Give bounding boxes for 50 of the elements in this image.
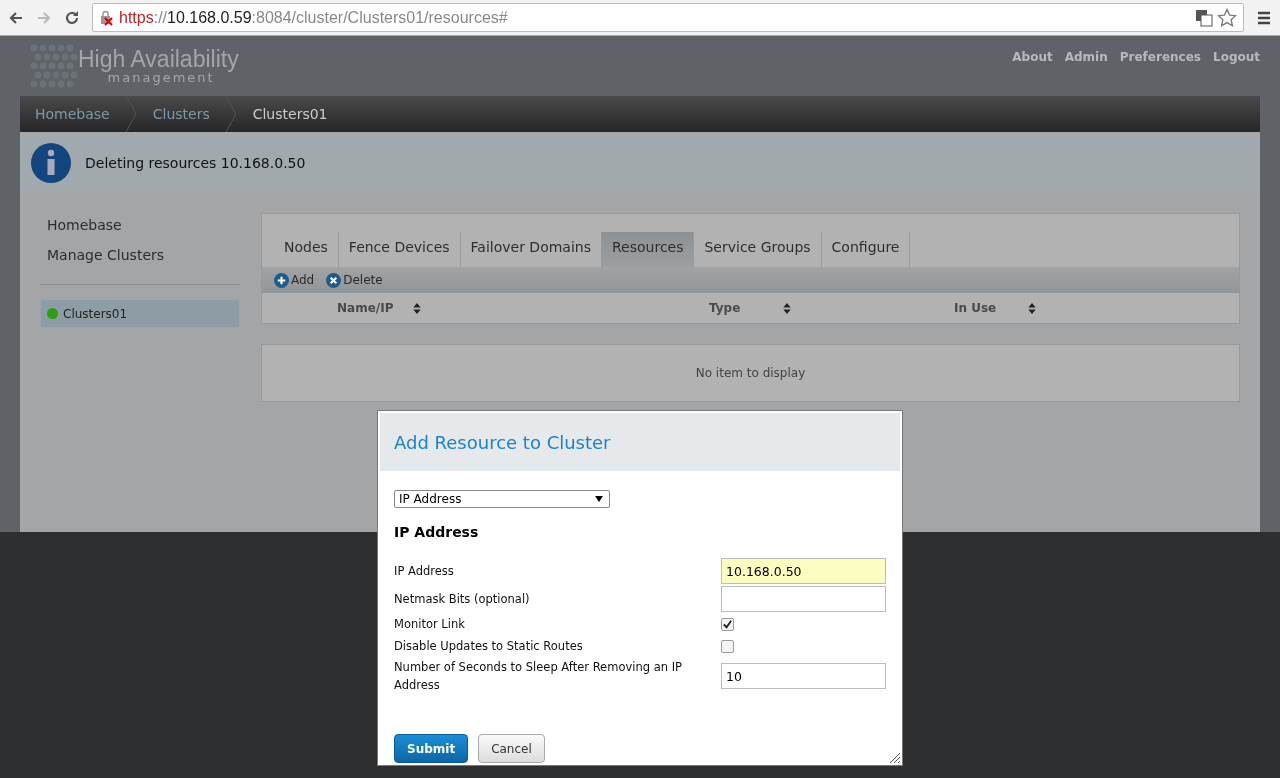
toolbar-button[interactable]: Delete — [326, 272, 383, 288]
resource-type-select[interactable]: IP Address — [394, 490, 610, 508]
sort-icon[interactable] — [783, 302, 791, 314]
breadcrumb-link[interactable]: Homebase — [35, 106, 125, 122]
field-label: Disable Updates to Static Routes — [394, 638, 584, 655]
text-input[interactable]: 10 — [721, 663, 886, 689]
checkbox[interactable] — [721, 639, 734, 653]
header-link[interactable]: Logout — [1213, 50, 1260, 96]
header-link[interactable]: About — [1012, 50, 1053, 96]
dropdown-caret-icon — [595, 496, 603, 502]
empty-message: No item to display — [695, 366, 806, 380]
chevron-icon — [124, 96, 137, 132]
column-header[interactable]: Type — [709, 301, 763, 315]
star-icon[interactable] — [1217, 7, 1237, 28]
header-link[interactable]: Admin — [1064, 50, 1108, 96]
dialog-button[interactable]: Submit — [394, 734, 469, 763]
cluster-item[interactable]: Clusters01 — [40, 299, 240, 328]
dialog-button[interactable]: Cancel — [478, 734, 545, 763]
checkbox[interactable] — [721, 617, 734, 631]
toolbar-button[interactable]: Add — [274, 272, 315, 288]
x-icon — [326, 272, 342, 288]
column-header[interactable]: Name/IP — [337, 301, 394, 315]
breadcrumb-link[interactable]: Clusters — [152, 106, 225, 122]
notice-message: Deleting resources 10.168.0.50 — [85, 154, 306, 171]
section-heading: IP Address — [394, 524, 480, 540]
field-label: Netmask Bits (optional) — [394, 591, 531, 608]
text-input[interactable]: 10.168.0.50 — [721, 558, 886, 584]
address-field[interactable]: https://10.168.0.59:8084/cluster/Clusters01/resources# — [92, 3, 1244, 32]
field-label: Monitor Link — [394, 616, 466, 633]
breadcrumb-link[interactable]: Clusters01 — [252, 106, 343, 122]
column-header[interactable]: In Use — [954, 301, 1008, 315]
chevron-icon — [224, 96, 237, 132]
tab[interactable]: Resources — [602, 232, 695, 267]
sort-icon[interactable] — [413, 302, 422, 314]
sort-icon[interactable] — [1028, 302, 1036, 314]
plus-icon — [274, 272, 289, 288]
insecure-lock-icon — [99, 9, 115, 26]
field-label: IP Address — [394, 563, 455, 580]
dialog-title: Add Resource to Cluster — [394, 431, 611, 453]
menu-icon[interactable] — [1256, 9, 1272, 26]
sidebar-link[interactable]: Homebase — [40, 213, 240, 243]
info-icon — [30, 141, 72, 184]
reload-icon[interactable] — [64, 9, 80, 26]
back-icon[interactable] — [8, 9, 24, 26]
header-link[interactable]: Preferences — [1119, 50, 1201, 96]
cluster-name: Clusters01 — [63, 306, 128, 321]
sidebar-link[interactable]: Manage Clusters — [40, 243, 240, 273]
resize-grip-icon[interactable] — [890, 753, 900, 763]
field-label: Number of Seconds to Sleep After Removing an IP Address — [394, 659, 683, 694]
text-input[interactable] — [721, 586, 886, 612]
